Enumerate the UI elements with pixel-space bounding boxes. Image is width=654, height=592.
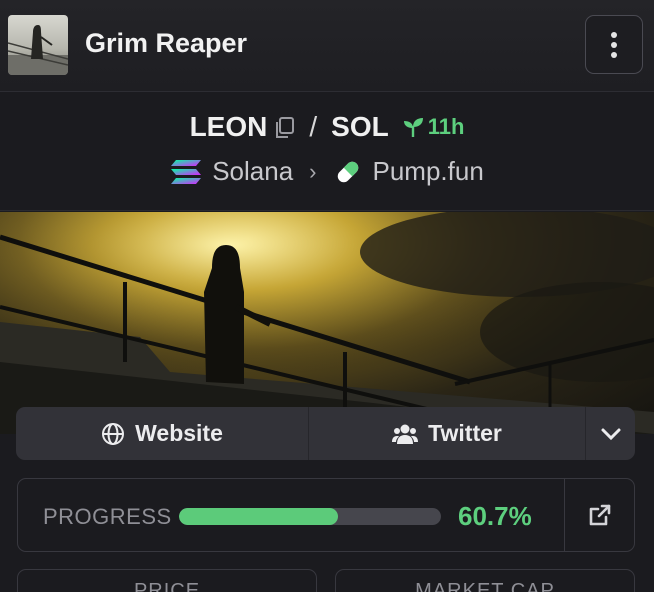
market-cap-card: MARKET CAP	[335, 569, 635, 592]
pill-icon	[337, 161, 358, 182]
token-avatar	[8, 15, 68, 75]
quote-symbol: SOL	[331, 111, 389, 142]
token-header: Grim Reaper	[0, 0, 654, 92]
bonding-progress-card: PROGRESS 60.7%	[17, 478, 635, 552]
pair-separator: /	[309, 111, 318, 142]
copy-icon[interactable]	[273, 115, 295, 139]
social-links: Website Twitter	[16, 407, 635, 460]
progress-percent: 60.7%	[458, 501, 532, 531]
chain-name[interactable]: Solana	[212, 156, 293, 187]
sprout-icon	[403, 118, 423, 137]
kebab-menu-icon	[611, 31, 617, 38]
token-name: Grim Reaper	[85, 28, 248, 58]
external-link-button[interactable]	[564, 479, 635, 551]
solana-icon	[171, 159, 202, 184]
base-symbol: LEON	[189, 111, 268, 142]
globe-icon	[102, 422, 125, 445]
price-card: PRICE	[17, 569, 317, 592]
chevron-right-icon: ›	[309, 158, 317, 184]
external-link-icon	[589, 504, 611, 526]
pair-age: 11h	[401, 114, 465, 140]
pair-age-text: 11h	[427, 114, 465, 139]
dex-name[interactable]: Pump.fun	[373, 156, 484, 187]
website-button[interactable]: Website	[16, 407, 309, 460]
kebab-menu-button[interactable]	[585, 15, 643, 74]
progress-bar-fill	[179, 508, 339, 525]
token-banner-image	[0, 212, 654, 434]
progress-bar	[179, 508, 441, 525]
website-label: Website	[135, 420, 223, 446]
more-links-button[interactable]	[586, 407, 635, 460]
chain-breadcrumb: Solana › Pump.fun	[0, 156, 654, 187]
progress-label: PROGRESS	[43, 504, 172, 529]
twitter-label: Twitter	[428, 420, 502, 446]
chevron-down-icon	[601, 428, 620, 440]
pair-line: LEON / SOL 11h	[0, 111, 654, 143]
twitter-button[interactable]: Twitter	[309, 407, 586, 460]
market-cap-label: MARKET CAP	[415, 580, 555, 592]
users-icon	[392, 424, 419, 444]
pair-info: LEON / SOL 11h Solana › Pump.fun	[0, 93, 654, 211]
price-label: PRICE	[133, 580, 201, 592]
